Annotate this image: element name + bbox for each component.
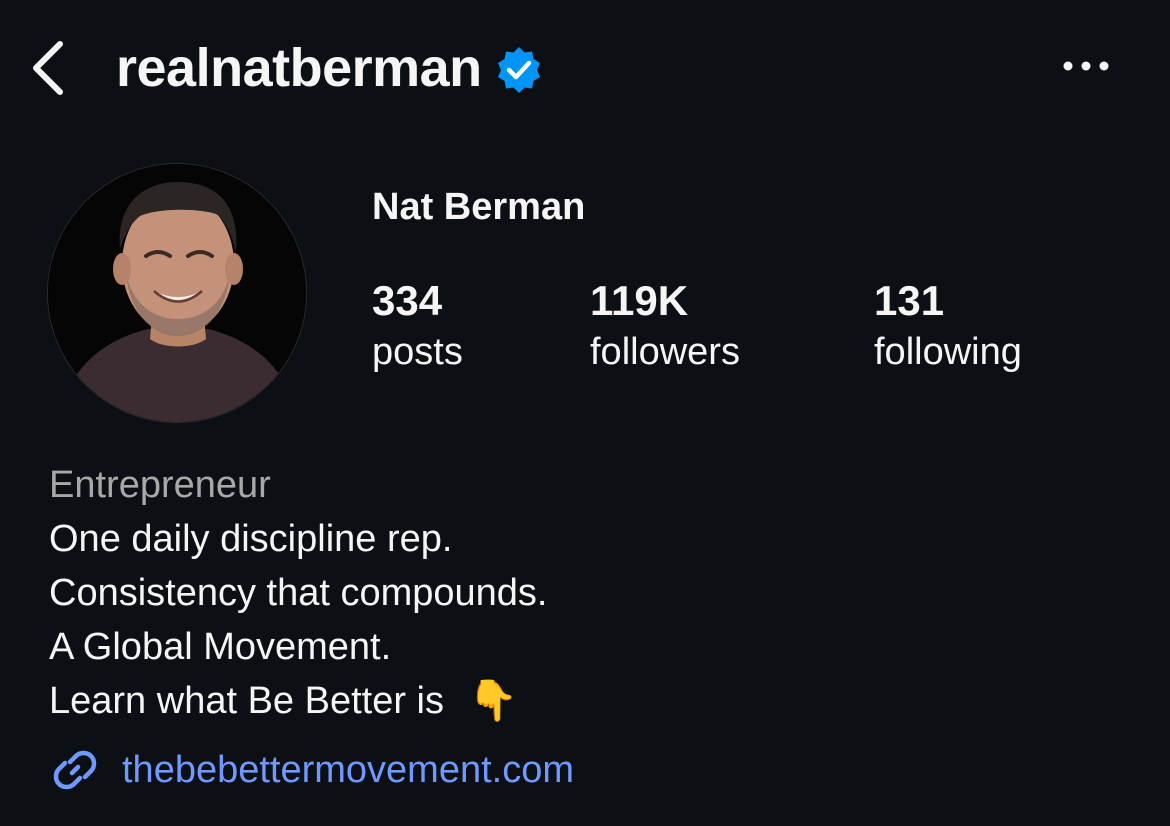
bio-line-with-emoji: Learn what Be Better is 👇 xyxy=(49,676,518,726)
stat-followers[interactable]: 119K followers xyxy=(590,276,740,378)
pointing-down-icon: 👇 xyxy=(468,679,518,723)
header-title: realnatberman xyxy=(116,34,544,102)
bio-line: A Global Movement. xyxy=(49,626,392,668)
stat-followers-label: followers xyxy=(590,331,740,373)
back-button[interactable] xyxy=(22,36,74,100)
stat-following-label: following xyxy=(874,331,1022,373)
bio-link[interactable]: thebebettermovement.com xyxy=(48,742,574,798)
stat-followers-value: 119K xyxy=(590,277,689,324)
stat-following-value: 131 xyxy=(874,277,945,324)
bio-line: Learn what Be Better is xyxy=(49,680,444,722)
chevron-left-icon xyxy=(33,41,63,95)
avatar[interactable] xyxy=(48,164,306,422)
username: realnatberman xyxy=(116,38,482,98)
stat-following[interactable]: 131 following xyxy=(874,276,1022,378)
bio-link-text[interactable]: thebebettermovement.com xyxy=(122,745,574,795)
stat-posts-value: 334 xyxy=(372,277,443,324)
verified-badge-icon xyxy=(497,47,540,93)
more-options-icon xyxy=(1063,61,1109,71)
profile-category: Entrepreneur xyxy=(49,464,271,506)
bio-line: Consistency that compounds. xyxy=(49,572,548,614)
stat-posts-label: posts xyxy=(372,331,463,373)
bio-line: One daily discipline rep. xyxy=(49,518,453,560)
stat-posts[interactable]: 334 posts xyxy=(372,276,463,378)
profile-photo xyxy=(48,164,306,422)
profile-page: realnatberman Nat Berman 334 posts 119K … xyxy=(0,0,1170,826)
display-name: Nat Berman xyxy=(372,186,586,228)
more-options-button[interactable] xyxy=(1056,46,1116,86)
link-icon xyxy=(53,750,97,790)
